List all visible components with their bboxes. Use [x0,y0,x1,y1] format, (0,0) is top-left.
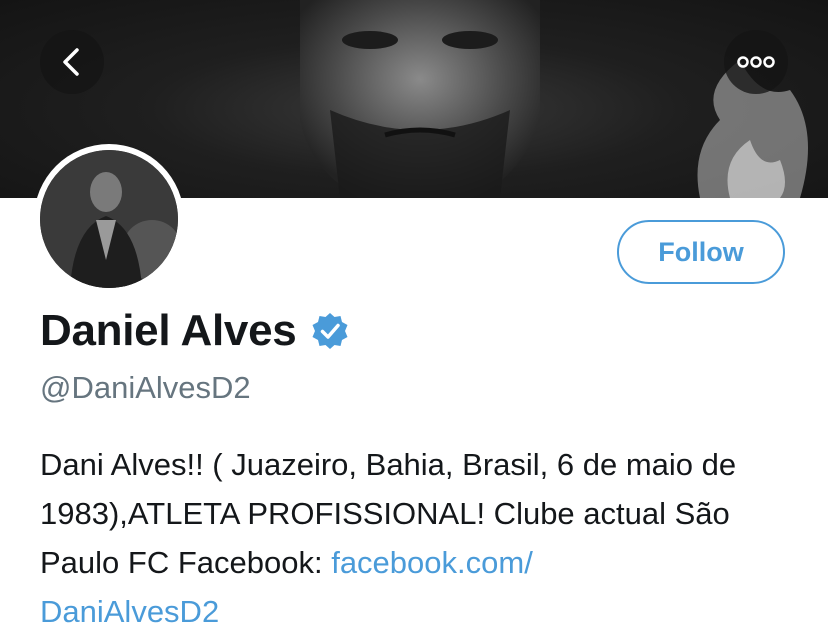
bio-link-part1[interactable]: facebook.com/ [331,545,533,580]
profile-name-row: Daniel Alves [40,306,350,356]
bio-link-part2[interactable]: DaniAlvesD2 [40,594,219,629]
avatar[interactable] [34,144,184,294]
chevron-left-icon [63,48,79,76]
verified-badge-icon [312,313,348,349]
more-options-button[interactable] [724,30,788,94]
profile-handle: @DaniAlvesD2 [40,370,251,405]
follow-button[interactable]: Follow [617,220,785,284]
back-button[interactable] [40,30,104,94]
profile-name: Daniel Alves [40,306,297,355]
more-dots-icon [737,56,775,68]
profile-bio: Dani Alves!! ( Juazeiro, Bahia, Brasil, … [40,440,810,636]
avatar-image [40,150,178,288]
